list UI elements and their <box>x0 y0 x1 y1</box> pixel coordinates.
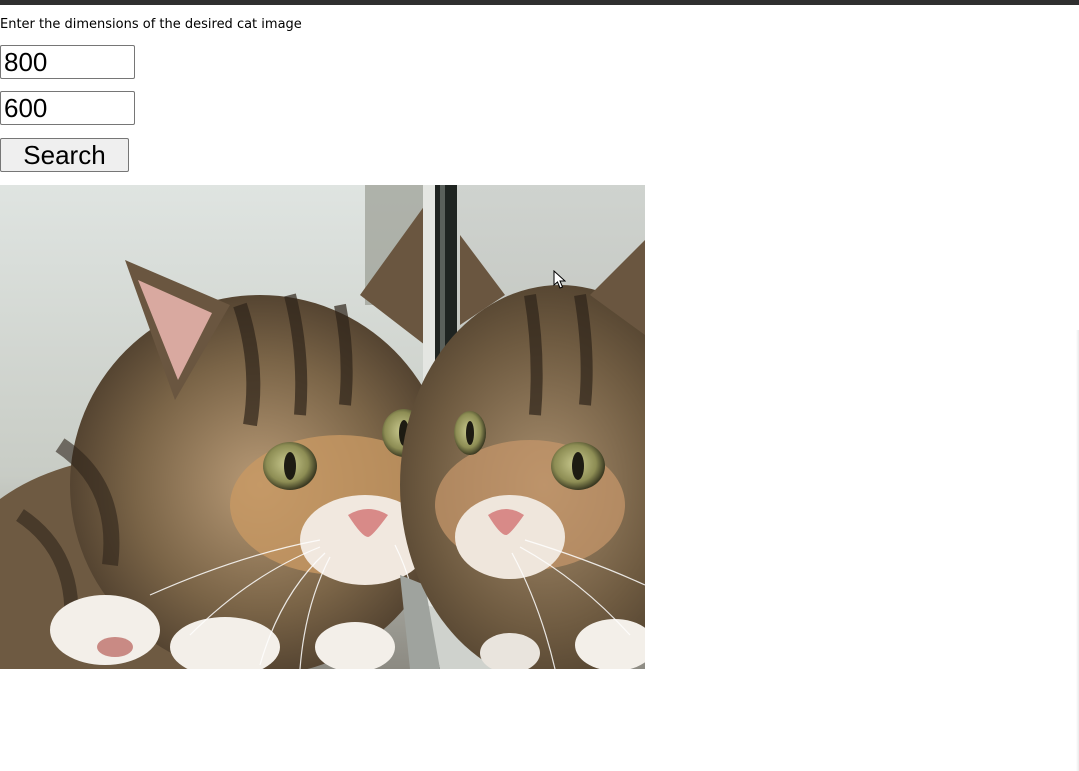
search-button[interactable]: Search <box>0 138 129 172</box>
form-prompt: Enter the dimensions of the desired cat … <box>0 17 302 32</box>
cat-image <box>0 185 645 669</box>
mouse-pointer-icon <box>553 269 567 290</box>
top-bar <box>0 0 1079 5</box>
height-input[interactable] <box>0 91 135 125</box>
width-input[interactable] <box>0 45 135 79</box>
